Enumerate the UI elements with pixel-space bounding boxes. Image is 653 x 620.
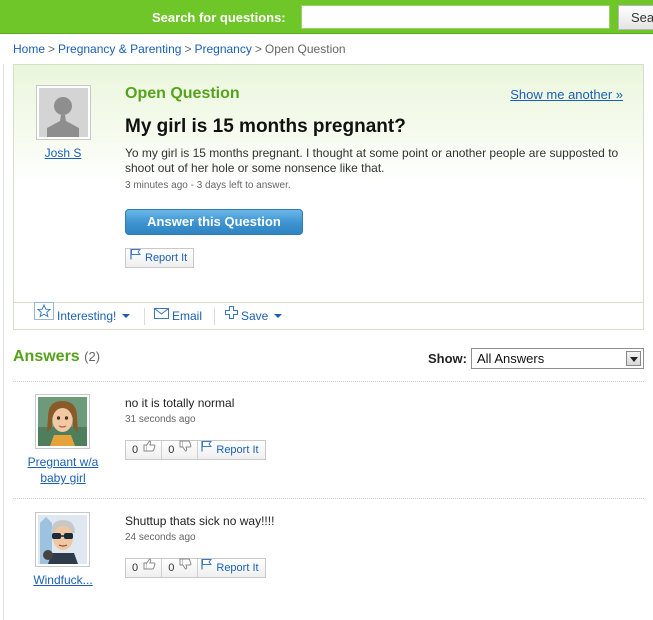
flag-icon xyxy=(201,558,213,576)
search-label: Search for questions: xyxy=(152,10,286,25)
thumbs-up-icon xyxy=(143,440,156,458)
plus-icon xyxy=(225,302,238,329)
thumbs-down-button[interactable]: 0 xyxy=(162,558,199,577)
default-silhouette-icon xyxy=(39,88,88,137)
thumbs-down-icon xyxy=(179,558,192,576)
answers-heading: Answers (2) xyxy=(13,348,100,366)
question-meta: 3 minutes ago - 3 days left to answer. xyxy=(125,180,291,191)
save-label: Save xyxy=(241,309,269,323)
search-input[interactable] xyxy=(301,5,610,29)
answers-filter-select[interactable]: All Answers xyxy=(471,348,644,369)
breadcrumb-separator: > xyxy=(254,42,262,56)
thumbs-up-count: 0 xyxy=(132,444,139,456)
breadcrumb-pregnancy-parenting[interactable]: Pregnancy & Parenting xyxy=(58,42,181,56)
breadcrumb-separator: > xyxy=(48,42,56,56)
question-toolbar: Interesting! Email Save xyxy=(14,301,643,330)
interesting-label: Interesting! xyxy=(57,309,117,323)
chevron-down-icon xyxy=(274,313,283,318)
divider xyxy=(13,498,644,499)
thumbs-up-icon xyxy=(143,558,156,576)
flag-icon xyxy=(130,248,142,266)
toolbar-divider xyxy=(144,308,145,325)
answerer-name[interactable]: Windfuck... xyxy=(20,572,106,588)
email-label: Email xyxy=(172,309,203,323)
male-sunglasses-avatar-icon xyxy=(38,515,87,564)
chevron-down-icon xyxy=(122,313,131,318)
answerer-avatar[interactable] xyxy=(35,394,90,449)
report-answer-button[interactable]: Report It xyxy=(198,559,264,577)
answer-time: 31 seconds ago xyxy=(125,414,196,425)
flag-icon xyxy=(201,440,213,458)
thumbs-down-button[interactable]: 0 xyxy=(162,440,199,459)
asker-avatar[interactable] xyxy=(36,85,91,140)
save-button[interactable]: Save xyxy=(225,302,283,330)
thumbs-up-count: 0 xyxy=(132,562,139,574)
page-left-border xyxy=(3,64,4,620)
answers-title: Answers xyxy=(13,348,80,365)
thumbs-down-icon xyxy=(179,440,192,458)
dropdown-arrow-icon[interactable] xyxy=(626,351,641,366)
report-label: Report It xyxy=(145,252,188,264)
email-button[interactable]: Email xyxy=(154,303,202,330)
breadcrumb-pregnancy[interactable]: Pregnancy xyxy=(194,42,251,56)
report-label: Report It xyxy=(216,562,259,574)
toolbar-divider xyxy=(214,308,215,325)
female-avatar-icon xyxy=(38,397,87,446)
answer-text: Shuttup thats sick no way!!!! xyxy=(125,514,275,528)
thumbs-up-button[interactable]: 0 xyxy=(126,440,163,459)
answerer-avatar[interactable] xyxy=(35,512,90,567)
star-icon xyxy=(34,301,54,330)
show-filter-label: Show: xyxy=(428,351,467,366)
answers-filter-value: All Answers xyxy=(477,351,545,366)
question-status: Open Question xyxy=(125,85,240,102)
answer-text: no it is totally normal xyxy=(125,396,235,410)
thumbs-down-count: 0 xyxy=(168,444,175,456)
report-question-button[interactable]: Report It xyxy=(125,248,195,268)
report-label: Report It xyxy=(216,444,259,456)
asker-name[interactable]: Josh S xyxy=(28,146,98,160)
breadcrumb-current: Open Question xyxy=(264,42,346,56)
question-title: My girl is 15 months pregnant? xyxy=(125,116,406,137)
search-button[interactable]: Sea xyxy=(618,5,653,30)
top-search-bar: Search for questions: Sea xyxy=(0,0,653,34)
answer-vote-bar: 0 0 Report It xyxy=(125,558,266,578)
answer-vote-bar: 0 0 Report It xyxy=(125,440,266,460)
report-answer-button[interactable]: Report It xyxy=(198,441,264,459)
breadcrumb-home[interactable]: Home xyxy=(13,42,45,56)
answerer-name[interactable]: Pregnant w/a baby girl xyxy=(20,454,106,486)
breadcrumb-separator: > xyxy=(184,42,192,56)
answer-time: 24 seconds ago xyxy=(125,532,196,543)
breadcrumb: Home > Pregnancy & Parenting > Pregnancy > Ope… xyxy=(13,42,346,56)
interesting-button[interactable]: Interesting! xyxy=(34,301,131,330)
envelope-icon xyxy=(154,302,169,329)
answers-count: (2) xyxy=(84,349,101,364)
thumbs-up-button[interactable]: 0 xyxy=(126,558,163,577)
question-body: Yo my girl is 15 months pregnant. I thou… xyxy=(125,146,619,175)
show-another-link[interactable]: Show me another » xyxy=(510,87,623,102)
answer-question-button[interactable]: Answer this Question xyxy=(125,209,303,235)
question-panel: Josh S Open Question Show me another » M… xyxy=(13,64,644,330)
divider xyxy=(13,381,644,382)
thumbs-down-count: 0 xyxy=(168,562,175,574)
